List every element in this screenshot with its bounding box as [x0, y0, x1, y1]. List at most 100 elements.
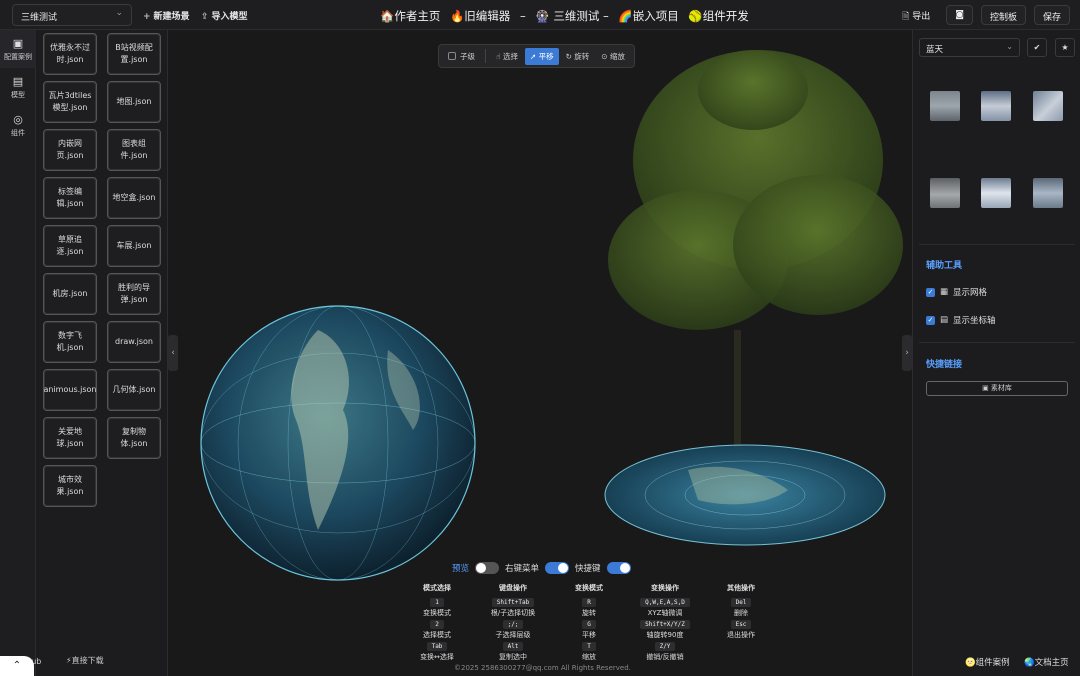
file-item[interactable]: B站视频配置.json: [107, 33, 161, 75]
control-panel-button[interactable]: 控制板: [980, 5, 1026, 25]
file-item[interactable]: 胜利的导弹.json: [107, 273, 161, 315]
material-library-button[interactable]: ▣ 素材库: [926, 381, 1068, 396]
globe-model[interactable]: [200, 305, 476, 581]
shortcut-key: Alt: [502, 642, 524, 651]
shortcut-desc: XYZ轴微调: [647, 609, 683, 617]
favorite-sky-button[interactable]: ★: [1055, 38, 1075, 57]
shortcut-desc: 子选择层级: [495, 631, 531, 639]
shortcut-desc: 缩放: [582, 653, 596, 661]
file-item[interactable]: 数字飞机.json: [43, 321, 97, 363]
file-item[interactable]: animous.json: [43, 369, 97, 411]
file-item[interactable]: 几何体.json: [107, 369, 161, 411]
shortcut-desc: 删除: [734, 609, 748, 617]
shortcut-key: ;/;: [502, 620, 524, 629]
file-item[interactable]: 车展.json: [107, 225, 161, 267]
new-scene-button[interactable]: + 新建场景: [143, 9, 190, 22]
disc-globe-model[interactable]: [604, 444, 886, 546]
book-icon: ▣: [982, 384, 991, 392]
nav-3d-test[interactable]: 🎡 三维测试 –: [535, 9, 608, 23]
file-item[interactable]: 优雅永不过时.json: [43, 33, 97, 75]
tool-rotate[interactable]: ↻ 旋转: [561, 48, 595, 65]
sky-thumbnail[interactable]: [1033, 178, 1063, 208]
copyright-text: ©2025 2586300277@qq.com All Rights Reser…: [454, 664, 631, 672]
nav-models[interactable]: ▤ 模型: [0, 68, 36, 106]
tool-select[interactable]: ☝ 选择: [491, 48, 523, 65]
export-button[interactable]: 🗎 导出: [894, 5, 938, 25]
file-item[interactable]: 地图.json: [107, 81, 161, 123]
topbar-actions: 🗎 导出 ◙ 控制板 保存: [894, 5, 1070, 25]
chevron-right-icon: ›: [905, 348, 909, 358]
docs-home-link[interactable]: 🌏文档主页: [1024, 656, 1069, 668]
nav-separator: –: [519, 9, 526, 23]
file-item[interactable]: 城市效果.json: [43, 465, 97, 507]
shortcuts-switch[interactable]: [606, 562, 631, 574]
skybox-select[interactable]: 蓝天 ⌄: [919, 38, 1020, 57]
plus-icon: +: [143, 12, 151, 22]
nav-author-home[interactable]: 🏠作者主页: [380, 9, 440, 23]
scene-canvas[interactable]: [168, 30, 912, 676]
file-item[interactable]: 标签编辑.json: [43, 177, 97, 219]
collapse-left-button[interactable]: ‹: [168, 335, 178, 371]
shortcut-key: Shift+X/Y/Z: [640, 620, 690, 629]
scroll-top-button[interactable]: ⌃: [0, 656, 34, 676]
tool-scale[interactable]: ⊙ 缩放: [596, 48, 630, 65]
context-menu-switch[interactable]: [545, 562, 570, 574]
tool-translate[interactable]: ➚ 平移: [524, 47, 559, 65]
export-label: 导出: [912, 12, 931, 22]
nav-components[interactable]: ◎ 组件: [0, 106, 36, 144]
collapse-right-button[interactable]: ›: [902, 335, 912, 371]
file-item[interactable]: 瓦片3dtiles模型.json: [43, 81, 97, 123]
3d-viewport[interactable]: ‹ › 子级 ☝ 选择 ➚ 平移 ↻ 旋转 ⊙ 缩放 预览 右键菜单 快捷键 模…: [168, 30, 912, 676]
component-cases-link[interactable]: 🌝组件案例: [965, 656, 1010, 668]
tool-select-label: 选择: [502, 51, 518, 61]
sky-thumbnail[interactable]: [1033, 91, 1063, 121]
shortcut-key: 1: [430, 598, 444, 607]
tree-model[interactable]: [608, 50, 903, 450]
shortcut-column-title: 其他操作: [727, 584, 755, 592]
save-button[interactable]: 保存: [1033, 5, 1070, 25]
model-icon: ▤: [12, 74, 24, 88]
right-panel: 蓝天 ⌄ ✔ ★ 辅助工具 ✓ ▦ 显示网格 ✓ ▤ 显示坐标轴 快捷链接 ▣ …: [912, 30, 1080, 676]
nav-embed-project[interactable]: 🌈嵌入项目: [618, 9, 678, 23]
scene-select[interactable]: 三维测试 ⌄: [12, 4, 132, 26]
file-item[interactable]: draw.json: [107, 321, 161, 363]
shortcut-key: G: [582, 620, 596, 629]
cursor-icon: ➚: [529, 51, 539, 61]
show-axes-option[interactable]: ✓ ▤ 显示坐标轴: [926, 314, 996, 326]
sky-thumbnail[interactable]: [981, 91, 1011, 121]
nav-old-editor[interactable]: 🔥旧编辑器: [450, 9, 510, 23]
rotate-icon: ↻: [565, 51, 575, 61]
shortcut-desc: 变换↔选择: [420, 653, 454, 661]
file-item[interactable]: 复制物体.json: [107, 417, 161, 459]
show-grid-checkbox[interactable]: ✓: [926, 287, 935, 297]
file-item[interactable]: 机房.json: [43, 273, 97, 315]
shortcut-key: Del: [730, 598, 752, 607]
nav-component-dev[interactable]: 🥎组件开发: [688, 9, 748, 23]
child-toggle[interactable]: 子级: [443, 48, 480, 65]
nav-config-cases[interactable]: ▣ 配置案例: [0, 30, 36, 68]
file-item[interactable]: 图表组件.json: [107, 129, 161, 171]
sky-thumbnail[interactable]: [930, 178, 960, 208]
screenshot-button[interactable]: ◙: [946, 5, 973, 25]
shortcut-column-title: 变换模式: [575, 584, 603, 592]
file-item[interactable]: 内嵌网页.json: [43, 129, 97, 171]
shortcut-column: 其他操作 Del 删除 Esc 退出操作: [708, 583, 774, 662]
sky-thumbnail[interactable]: [930, 91, 960, 121]
show-axes-checkbox[interactable]: ✓: [926, 315, 935, 325]
import-model-label: 导入模型: [211, 12, 248, 22]
show-grid-option[interactable]: ✓ ▦ 显示网格: [926, 286, 987, 298]
direct-download-link[interactable]: ⚡直接下载: [66, 655, 104, 666]
shortcut-column-title: 模式选择: [423, 584, 451, 592]
import-model-button[interactable]: ⇪ 导入模型: [201, 9, 248, 22]
child-checkbox[interactable]: [448, 51, 456, 60]
file-item[interactable]: 地空盒.json: [107, 177, 161, 219]
file-item[interactable]: 草原追逐.json: [43, 225, 97, 267]
confirm-sky-button[interactable]: ✔: [1027, 38, 1047, 57]
child-label: 子级: [460, 51, 475, 61]
hand-icon: ☝: [496, 51, 503, 61]
file-item[interactable]: 关爱地球.json: [43, 417, 97, 459]
sky-thumbnail[interactable]: [981, 178, 1011, 208]
shortcut-column-title: 变换操作: [651, 584, 679, 592]
preview-switch[interactable]: [475, 562, 500, 574]
shortcut-key: Q,W,E,A,S,D: [640, 598, 690, 607]
